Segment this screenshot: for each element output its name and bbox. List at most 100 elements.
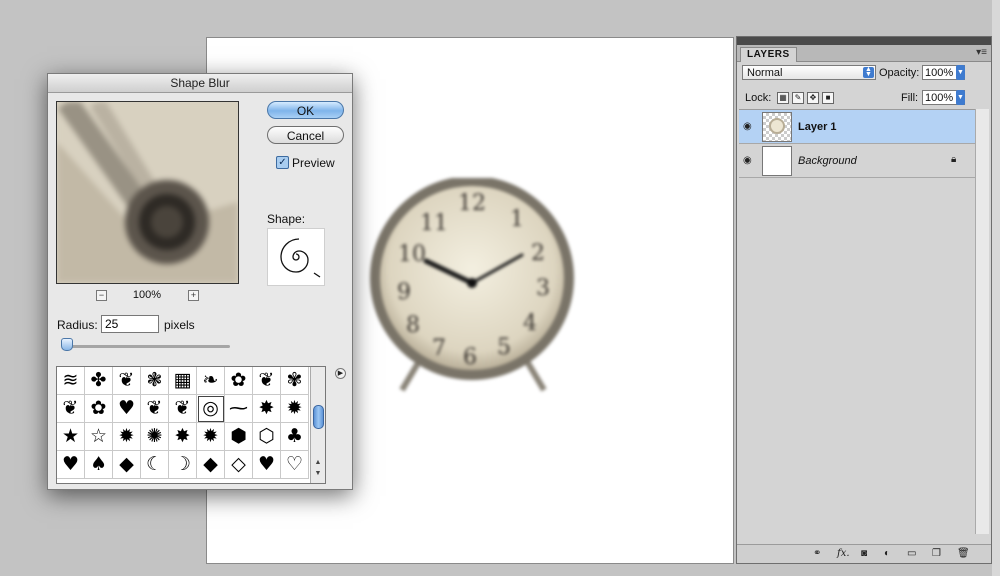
shape-cell[interactable]: ❦ — [141, 395, 169, 423]
scroll-down-arrow[interactable]: ▼ — [311, 470, 325, 477]
layer-row-layer-1[interactable]: ◉ Layer 1 — [739, 110, 975, 144]
shape-picker: ≋ ✤ ❦ ❃ ▦ ❧ ✿ ❦ ✾ ❦ ✿ ♥ ❦ ❦ ◎ ⁓ ✸ ✹ ★ ☆ ✹ ✺ ✸ ✹ ⬢ ⬡ ♣ ♥ ♠ ◆ ☾ ☽ ◆ ◇ ♥ ♡ ▲ ▼ — [56, 366, 326, 484]
shape-cell[interactable]: ♥ — [253, 451, 281, 479]
svg-text:3: 3 — [536, 276, 550, 301]
svg-text:1: 1 — [510, 207, 524, 232]
shape-cell[interactable]: ☽ — [169, 451, 197, 479]
svg-text:8: 8 — [406, 313, 420, 338]
shape-cell[interactable]: ❦ — [253, 367, 281, 395]
svg-text:5: 5 — [497, 335, 511, 360]
layers-footer-toolbar: ⚭ fx. ◙ ◐ ▭ ❐ 🗑︎ — [737, 544, 991, 563]
shape-cell[interactable]: ❦ — [169, 395, 197, 423]
svg-text:11: 11 — [420, 211, 448, 236]
blur-preview[interactable] — [56, 101, 239, 284]
lock-image-icon[interactable]: ✎ — [792, 92, 804, 104]
shape-cell[interactable]: ✹ — [197, 423, 225, 451]
link-layers-icon[interactable]: ⚭ — [813, 548, 821, 560]
shape-cell[interactable]: ❦ — [57, 395, 85, 423]
radius-unit: pixels — [164, 318, 195, 332]
radius-input[interactable] — [101, 315, 159, 333]
fill-dropdown-icon[interactable]: ▼ — [956, 90, 965, 105]
lock-all-icon[interactable]: ■ — [822, 92, 834, 104]
cancel-button[interactable]: Cancel — [267, 126, 344, 144]
shape-cell[interactable]: ≋ — [57, 367, 85, 395]
shape-cell[interactable]: ☆ — [85, 423, 113, 451]
shape-cell[interactable]: ✹ — [281, 395, 309, 423]
shape-cell[interactable]: ⁓ — [225, 395, 253, 423]
shape-cell[interactable]: ◆ — [113, 451, 141, 479]
fill-label: Fill: — [901, 92, 919, 104]
scroll-thumb[interactable] — [313, 405, 324, 429]
blend-mode-stepper-icon[interactable]: ▲ ▼ — [863, 66, 874, 78]
shape-cell[interactable]: ♥ — [57, 451, 85, 479]
shape-cell[interactable]: ❦ — [113, 367, 141, 395]
dialog-title: Shape Blur — [48, 74, 352, 93]
spiral-icon — [280, 238, 321, 278]
shape-cell[interactable]: ♥ — [113, 395, 141, 423]
panel-menu-icon[interactable]: ▾≡ — [976, 47, 987, 58]
panel-title-bar[interactable] — [737, 37, 991, 45]
shape-cell[interactable]: ✾ — [281, 367, 309, 395]
radius-slider-track[interactable] — [62, 345, 230, 348]
add-mask-icon[interactable]: ◙ — [861, 548, 867, 560]
shape-cell[interactable]: ✹ — [113, 423, 141, 451]
svg-text:7: 7 — [432, 336, 446, 361]
layers-scrollbar[interactable] — [975, 109, 989, 534]
shape-cell[interactable]: ▦ — [169, 367, 197, 395]
fx-icon[interactable]: fx. — [837, 548, 850, 560]
shape-cell[interactable]: ❃ — [141, 367, 169, 395]
shape-menu-arrow-icon[interactable]: ▶ — [335, 368, 346, 379]
eye-icon[interactable]: ◉ — [743, 155, 755, 166]
shape-cell[interactable]: ☾ — [141, 451, 169, 479]
shape-cell[interactable]: ✤ — [85, 367, 113, 395]
zoom-out-button[interactable]: − — [96, 290, 107, 301]
svg-text:4: 4 — [523, 311, 537, 336]
svg-text:9: 9 — [397, 280, 411, 305]
shape-cell[interactable]: ✿ — [85, 395, 113, 423]
shape-cell[interactable]: ◎ — [197, 395, 225, 423]
layer-row-background[interactable]: ◉ Background 🔒︎ — [739, 144, 975, 178]
lock-transparent-icon[interactable]: ▦ — [777, 92, 789, 104]
new-layer-icon[interactable]: ❐ — [932, 548, 941, 560]
shape-cell[interactable]: ✿ — [225, 367, 253, 395]
shape-cell[interactable]: ★ — [57, 423, 85, 451]
shape-cell[interactable]: ✸ — [169, 423, 197, 451]
right-edge — [992, 0, 1000, 576]
shape-cell[interactable]: ◇ — [225, 451, 253, 479]
shape-cell[interactable]: ◆ — [197, 451, 225, 479]
zoom-in-button[interactable]: + — [188, 290, 199, 301]
ok-button[interactable]: OK — [267, 101, 344, 119]
blend-mode-select[interactable]: Normal ▲ ▼ — [742, 65, 876, 80]
scroll-up-arrow[interactable]: ▲ — [311, 459, 325, 466]
new-group-icon[interactable]: ▭ — [907, 548, 916, 560]
trash-icon[interactable]: 🗑︎ — [957, 548, 970, 560]
shape-label: Shape: — [267, 212, 306, 226]
adjustment-layer-icon[interactable]: ◐ — [884, 548, 890, 560]
tab-layers[interactable]: LAYERS — [740, 47, 797, 62]
lock-position-icon[interactable]: ✥ — [807, 92, 819, 104]
shape-cell[interactable]: ♡ — [281, 451, 309, 479]
svg-text:12: 12 — [458, 191, 486, 216]
radius-slider-thumb[interactable] — [61, 338, 73, 351]
layers-panel: LAYERS ▾≡ Normal ▲ ▼ Opacity: 100% ▼ Lock… — [736, 36, 992, 564]
shape-cell[interactable]: ⬡ — [253, 423, 281, 451]
blurred-clock-image: 12 1 2 345 678 9 10 11 — [362, 176, 592, 408]
shape-cell[interactable]: ♣ — [281, 423, 309, 451]
layer-thumbnail — [762, 112, 792, 142]
shape-cell[interactable]: ✸ — [253, 395, 281, 423]
shape-cell[interactable]: ❧ — [197, 367, 225, 395]
shape-cell[interactable]: ✺ — [141, 423, 169, 451]
shape-cell[interactable]: ⬢ — [225, 423, 253, 451]
shape-picker-scrollbar[interactable]: ▲ ▼ — [310, 367, 325, 483]
shape-cell[interactable]: ♠ — [85, 451, 113, 479]
layer-name: Background — [798, 155, 857, 167]
shape-grid: ≋ ✤ ❦ ❃ ▦ ❧ ✿ ❦ ✾ ❦ ✿ ♥ ❦ ❦ ◎ ⁓ ✸ ✹ ★ ☆ ✹ ✺ ✸ ✹ ⬢ ⬡ ♣ ♥ ♠ ◆ ☾ ☽ ◆ ◇ ♥ ♡ — [57, 367, 309, 479]
eye-icon[interactable]: ◉ — [743, 121, 755, 132]
opacity-dropdown-icon[interactable]: ▼ — [956, 65, 965, 80]
preview-checkbox[interactable]: ✓ — [276, 156, 289, 169]
svg-text:2: 2 — [531, 241, 545, 266]
shape-blur-dialog: Shape Blur − 100% + OK Cancel ✓ Preview … — [47, 73, 353, 490]
zoom-level: 100% — [132, 289, 162, 301]
layers-list: ◉ Layer 1 ◉ Background 🔒︎ — [739, 109, 975, 535]
preview-label: Preview — [292, 156, 335, 170]
